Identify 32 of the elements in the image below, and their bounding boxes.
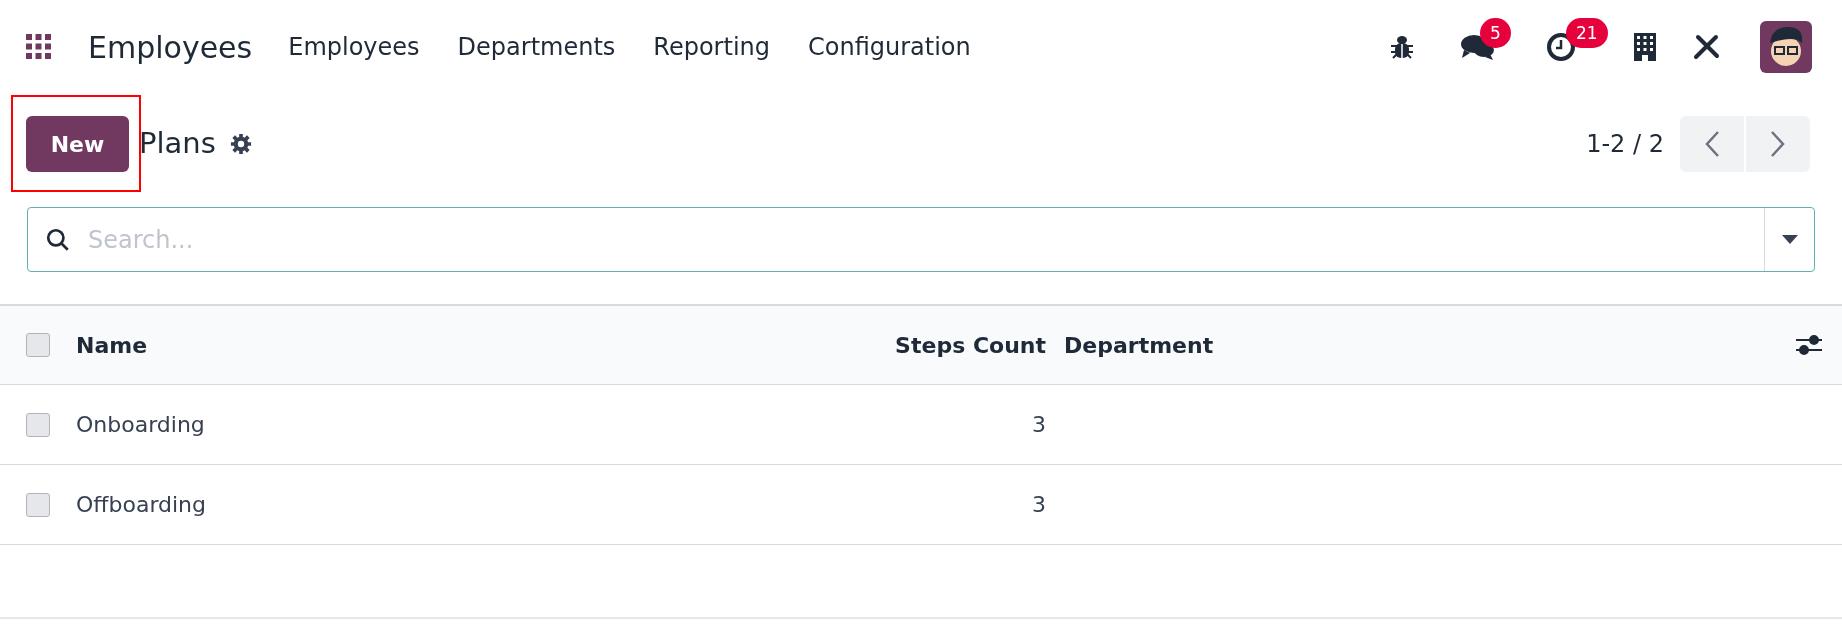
building-icon[interactable] — [1634, 33, 1656, 61]
caret-icon[interactable] — [1782, 235, 1798, 245]
checkbox[interactable] — [26, 412, 50, 437]
menu-item[interactable]: Reporting — [653, 29, 770, 65]
menu-item[interactable]: Configuration — [808, 29, 971, 65]
notification-badge: 5 — [1480, 18, 1511, 48]
checkbox[interactable] — [26, 492, 50, 517]
view-title: Plans — [139, 125, 216, 163]
table-cell-text: 3 — [1031, 411, 1046, 439]
search-field[interactable]: Search... — [27, 207, 1815, 272]
menu-item[interactable]: Employees — [288, 29, 420, 65]
chevron-right-icon — [1771, 131, 1785, 157]
column-header[interactable]: Name — [76, 328, 636, 362]
chevron-left-icon — [1705, 131, 1719, 157]
sliders-icon[interactable] — [1796, 333, 1822, 357]
new-button[interactable]: New — [26, 116, 129, 172]
column-header[interactable]: Steps Count — [636, 328, 1046, 362]
checkbox[interactable] — [26, 333, 50, 357]
gear-icon[interactable] — [229, 133, 252, 155]
table-cell-text: Offboarding — [76, 491, 208, 519]
pager-value: 1-2 / 2 — [1586, 129, 1664, 160]
notification-badge: 21 — [1566, 18, 1608, 48]
column-header[interactable]: Department — [1064, 328, 1214, 362]
app-grid-icon[interactable] — [26, 34, 52, 60]
table-cell-text: 3 — [1031, 491, 1046, 519]
clock-icon[interactable] — [1546, 32, 1576, 62]
menu-item[interactable]: Departments — [457, 29, 616, 65]
app-name[interactable]: Employees — [88, 24, 253, 70]
table-cell-text: Onboarding — [76, 411, 206, 439]
avatar-icon[interactable] — [1760, 21, 1812, 73]
bug-icon[interactable] — [1390, 34, 1414, 60]
search-icon — [45, 227, 71, 253]
